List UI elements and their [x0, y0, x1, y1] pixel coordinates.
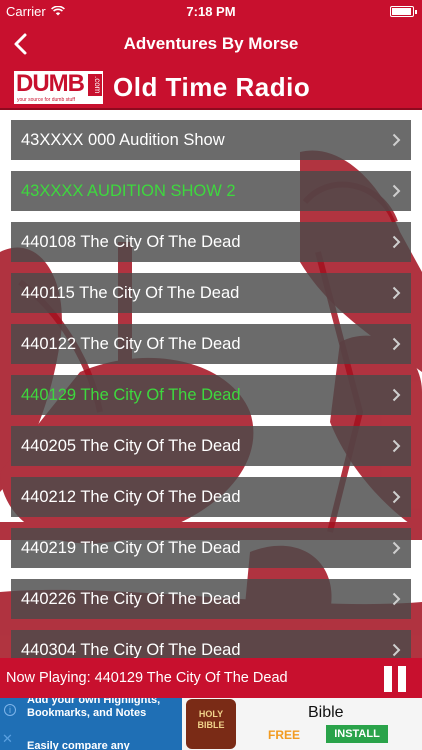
- ad-close-icon[interactable]: ✕: [2, 732, 16, 746]
- logo-suffix: .com: [88, 73, 102, 96]
- logo-word: DUMB: [16, 69, 85, 97]
- episode-title: 440115 The City Of The Dead: [21, 283, 240, 302]
- status-time: 7:18 PM: [186, 3, 236, 19]
- pause-bar-left: [384, 666, 392, 692]
- ad-text-line-2: Bookmarks, and Notes: [27, 707, 147, 719]
- episode-title: 43XXXX 000 Audition Show: [21, 130, 225, 149]
- episode-title: 43XXXX AUDITION SHOW 2: [21, 181, 236, 200]
- chevron-right-icon: [392, 235, 401, 249]
- chevron-right-icon: [392, 439, 401, 453]
- ad-banner[interactable]: i ✕ Add your own Highlights, Bookmarks, …: [0, 698, 422, 750]
- ad-book-text: HOLY BIBLE: [197, 709, 225, 730]
- ad-text-line-1: Add your own Highlights,: [27, 698, 161, 706]
- episode-row[interactable]: 440226 The City Of The Dead: [11, 579, 411, 619]
- chevron-right-icon: [392, 388, 401, 402]
- pause-bar-right: [398, 666, 406, 692]
- chevron-right-icon: [392, 286, 401, 300]
- ad-text-line-3: Easily compare any: [27, 740, 130, 750]
- episode-title: 440219 The City Of The Dead: [21, 538, 241, 557]
- ad-promo-panel: i ✕ Add your own Highlights, Bookmarks, …: [0, 698, 182, 750]
- ad-title: Bible: [308, 704, 344, 721]
- episode-row[interactable]: 440205 The City Of The Dead: [11, 426, 411, 466]
- episode-row[interactable]: 440129 The City Of The Dead: [11, 375, 411, 415]
- episode-row[interactable]: 440115 The City Of The Dead: [11, 273, 411, 313]
- episode-list-area[interactable]: 43XXXX 000 Audition Show 43XXXX AUDITION …: [0, 112, 422, 658]
- episode-row[interactable]: 440122 The City Of The Dead: [11, 324, 411, 364]
- chevron-left-icon: [14, 33, 27, 55]
- episode-title: 440212 The City Of The Dead: [21, 487, 241, 506]
- battery-icon: [390, 6, 417, 17]
- episode-row[interactable]: 440304 The City Of The Dead: [11, 630, 411, 658]
- chevron-right-icon: [392, 133, 401, 147]
- ad-info-icon[interactable]: i: [4, 704, 16, 716]
- banner-title: Old Time Radio: [113, 71, 311, 102]
- chevron-right-icon: [392, 184, 401, 198]
- logo-tagline: your source for dumb stuff: [17, 96, 75, 103]
- ad-price: FREE: [268, 728, 301, 742]
- chevron-right-icon: [392, 643, 401, 657]
- now-playing-text: Now Playing: 440129 The City Of The Dead: [6, 670, 288, 686]
- bible-app-icon: HOLY BIBLE: [186, 699, 236, 749]
- now-playing-bar[interactable]: Now Playing: 440129 The City Of The Dead: [0, 658, 422, 698]
- chevron-right-icon: [392, 337, 401, 351]
- chevron-right-icon: [392, 541, 401, 555]
- episode-title: 440226 The City Of The Dead: [21, 589, 241, 608]
- episode-row[interactable]: 440212 The City Of The Dead: [11, 477, 411, 517]
- episode-row[interactable]: 440108 The City Of The Dead: [11, 222, 411, 262]
- back-button[interactable]: [10, 30, 34, 58]
- episode-row[interactable]: 440219 The City Of The Dead: [11, 528, 411, 568]
- pause-button[interactable]: [384, 666, 408, 692]
- episode-title: 440122 The City Of The Dead: [21, 334, 241, 353]
- nav-title: Adventures By Morse: [123, 34, 299, 53]
- episode-row[interactable]: 43XXXX 000 Audition Show: [11, 120, 411, 160]
- chevron-right-icon: [392, 592, 401, 606]
- header-banner: DUMB .com your source for dumb stuff Old…: [0, 66, 422, 110]
- episode-title: 440129 The City Of The Dead: [21, 385, 241, 404]
- nav-bar: Adventures By Morse: [0, 22, 422, 66]
- dumb-logo: DUMB .com your source for dumb stuff: [12, 68, 105, 106]
- chevron-right-icon: [392, 490, 401, 504]
- episode-title: 440108 The City Of The Dead: [21, 232, 241, 251]
- episode-title: 440205 The City Of The Dead: [21, 436, 241, 455]
- episode-title: 440304 The City Of The Dead: [21, 640, 241, 659]
- status-bar: Carrier 7:18 PM: [0, 0, 422, 22]
- episode-row[interactable]: 43XXXX AUDITION SHOW 2: [11, 171, 411, 211]
- ad-install-button[interactable]: INSTALL: [326, 725, 388, 743]
